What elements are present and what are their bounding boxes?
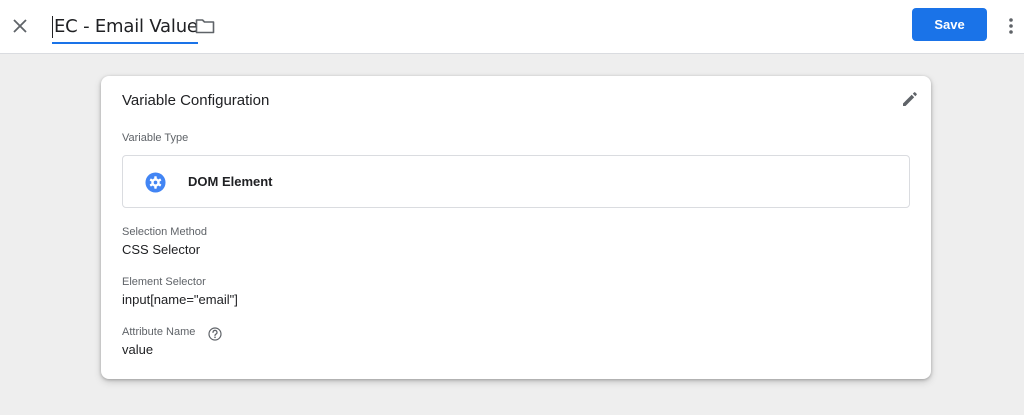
element-selector-label: Element Selector bbox=[122, 276, 206, 288]
selection-method-value: CSS Selector bbox=[122, 242, 201, 257]
gear-icon bbox=[145, 172, 166, 193]
more-vert-icon bbox=[1009, 18, 1013, 34]
selection-method-label: Selection Method bbox=[122, 226, 207, 238]
page-title[interactable]: EC - Email Value bbox=[52, 16, 198, 38]
close-icon bbox=[13, 19, 27, 33]
edit-button[interactable] bbox=[899, 88, 921, 110]
close-button[interactable] bbox=[8, 14, 32, 38]
top-bar: EC - Email Value Save bbox=[0, 0, 1024, 54]
variable-type-name: DOM Element bbox=[188, 174, 273, 189]
save-button[interactable]: Save bbox=[912, 8, 987, 41]
variable-type-box[interactable]: DOM Element bbox=[122, 155, 910, 208]
title-field[interactable]: EC - Email Value bbox=[52, 12, 198, 44]
variable-configuration-card: Variable Configuration Variable Type DOM… bbox=[101, 76, 931, 379]
folder-button[interactable] bbox=[194, 15, 216, 37]
card-title: Variable Configuration bbox=[122, 92, 270, 109]
folder-icon bbox=[195, 19, 215, 34]
pencil-icon bbox=[903, 92, 917, 106]
attribute-name-value: value bbox=[122, 342, 154, 357]
more-options-button[interactable] bbox=[1000, 14, 1022, 38]
variable-type-label: Variable Type bbox=[122, 132, 189, 144]
element-selector-value: input[name="email"] bbox=[122, 292, 238, 307]
help-icon[interactable] bbox=[208, 327, 222, 341]
attribute-name-label: Attribute Name bbox=[122, 326, 196, 338]
